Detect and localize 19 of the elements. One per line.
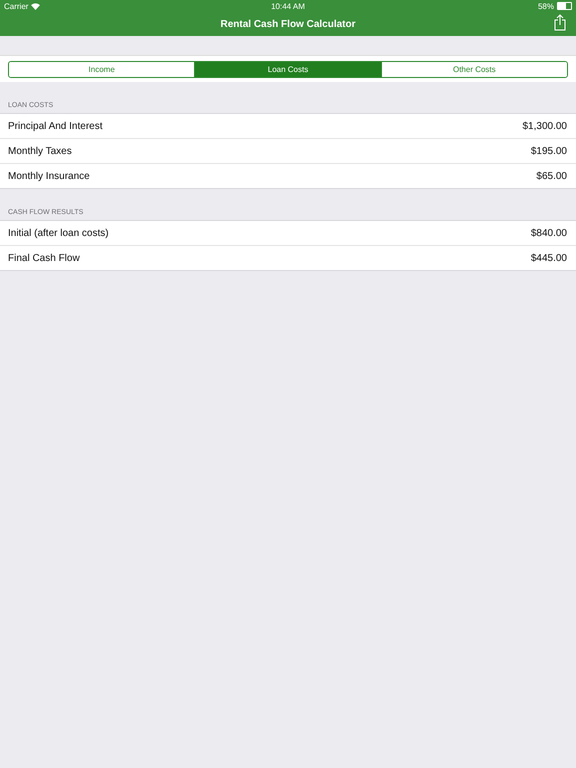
carrier-label: Carrier — [4, 2, 28, 10]
status-time: 10:44 AM — [271, 2, 305, 10]
row-label: Final Cash Flow — [8, 252, 80, 264]
row-value: $65.00 — [536, 170, 567, 182]
row-value: $195.00 — [530, 146, 567, 156]
nav-title: Rental Cash Flow Calculator — [220, 18, 356, 30]
row-value: $840.00 — [530, 228, 567, 238]
row-value: $1,300.00 — [522, 120, 567, 132]
battery-icon — [557, 2, 572, 10]
row-label: Initial (after loan costs) — [8, 228, 109, 238]
battery-percent: 58% — [538, 2, 554, 10]
row-label: Principal And Interest — [8, 120, 102, 132]
row-value: $445.00 — [530, 252, 567, 264]
row-label: Monthly Taxes — [8, 146, 72, 156]
segment-tab[interactable]: Loan Costs — [194, 62, 381, 77]
segment-tab[interactable]: Other Costs — [380, 62, 567, 77]
share-icon[interactable] — [554, 14, 566, 31]
wifi-icon — [31, 2, 40, 10]
row-label: Monthly Insurance — [8, 170, 90, 182]
